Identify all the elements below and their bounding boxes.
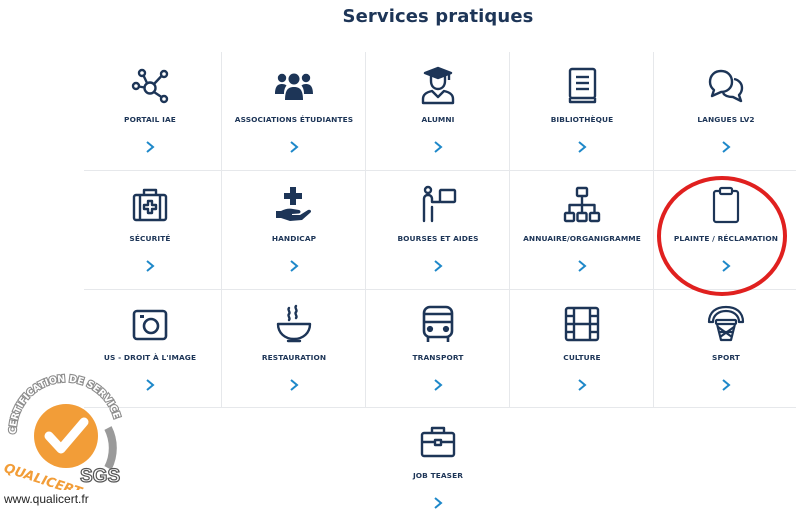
briefcase-icon	[418, 422, 458, 462]
person-with-board-icon	[418, 185, 458, 225]
service-tile-associations[interactable]: ASSOCIATIONS ÉTUDIANTES	[222, 52, 366, 170]
service-tile-sport[interactable]: SPORT	[654, 290, 796, 408]
page-title: Services pratiques	[342, 6, 534, 27]
chevron-right-icon[interactable]	[432, 496, 444, 510]
tile-label: ANNUAIRE/ORGANIGRAMME	[523, 234, 641, 243]
chevron-right-icon[interactable]	[720, 378, 732, 392]
org-chart-icon	[562, 185, 602, 225]
tile-label: RESTAURATION	[261, 353, 327, 362]
service-tile-handicap[interactable]: HANDICAP	[222, 171, 366, 289]
tile-label: TRANSPORT	[412, 353, 464, 362]
book-icon	[562, 66, 602, 106]
steaming-bowl-icon	[274, 304, 314, 344]
tile-label: SÉCURITÉ	[129, 234, 171, 243]
qualicert-badge: CERTIFICATION DE SERVICES QUALICERT SGS	[4, 372, 123, 490]
users-group-icon	[274, 66, 314, 106]
chevron-right-icon[interactable]	[720, 140, 732, 154]
first-aid-kit-icon	[130, 185, 170, 225]
chevron-right-icon[interactable]	[576, 378, 588, 392]
service-tile-langues[interactable]: LANGUES LV2	[654, 52, 796, 170]
service-tile-culture[interactable]: CULTURE	[510, 290, 654, 408]
hand-plus-icon	[274, 185, 314, 225]
tile-label: ASSOCIATIONS ÉTUDIANTES	[234, 115, 354, 124]
tile-label: HANDICAP	[271, 234, 317, 243]
service-tile-portail-iae[interactable]: PORTAIL IAE	[78, 52, 222, 170]
tile-label: ALUMNI	[421, 115, 455, 124]
tile-label: SPORT	[712, 353, 740, 362]
bus-icon	[418, 304, 458, 344]
tile-label: LANGUES LV2	[697, 115, 755, 124]
chevron-right-icon[interactable]	[288, 378, 300, 392]
chevron-right-icon[interactable]	[288, 259, 300, 273]
camera-icon	[130, 304, 170, 344]
basketball-hoop-icon	[706, 304, 746, 344]
tile-label: BIBLIOTHÈQUE	[550, 115, 614, 124]
service-tile-annuaire[interactable]: ANNUAIRE/ORGANIGRAMME	[510, 171, 654, 289]
chevron-right-icon[interactable]	[576, 259, 588, 273]
tile-label: PORTAIL IAE	[124, 115, 176, 124]
tile-label: US - DROIT À L'IMAGE	[103, 353, 197, 362]
chevron-right-icon[interactable]	[432, 259, 444, 273]
chevron-right-icon[interactable]	[432, 378, 444, 392]
chevron-right-icon[interactable]	[576, 140, 588, 154]
film-icon	[562, 304, 602, 344]
speech-bubbles-icon	[706, 66, 746, 106]
service-tile-transport[interactable]: TRANSPORT	[366, 290, 510, 408]
service-tile-job-teaser[interactable]: JOB TEASER	[366, 408, 510, 510]
svg-text:SGS: SGS	[80, 466, 120, 487]
highlight-circle	[657, 176, 787, 296]
network-nodes-icon	[130, 66, 170, 106]
website-text: www.qualicert.fr	[4, 492, 89, 506]
service-tile-restauration[interactable]: RESTAURATION	[222, 290, 366, 408]
service-tile-alumni[interactable]: ALUMNI	[366, 52, 510, 170]
service-tile-securite[interactable]: SÉCURITÉ	[78, 171, 222, 289]
page: Services pratiques PORTAIL IAE ASSOCIATI…	[0, 0, 796, 510]
tile-label: JOB TEASER	[412, 471, 464, 480]
chevron-right-icon[interactable]	[144, 378, 156, 392]
chevron-right-icon[interactable]	[288, 140, 300, 154]
chevron-right-icon[interactable]	[432, 140, 444, 154]
graduate-icon	[418, 66, 458, 106]
chevron-right-icon[interactable]	[144, 259, 156, 273]
service-tile-bibliotheque[interactable]: BIBLIOTHÈQUE	[510, 52, 654, 170]
chevron-right-icon[interactable]	[144, 140, 156, 154]
service-tile-bourses[interactable]: BOURSES ET AIDES	[366, 171, 510, 289]
tile-label: BOURSES ET AIDES	[397, 234, 479, 243]
tile-label: CULTURE	[563, 353, 601, 362]
